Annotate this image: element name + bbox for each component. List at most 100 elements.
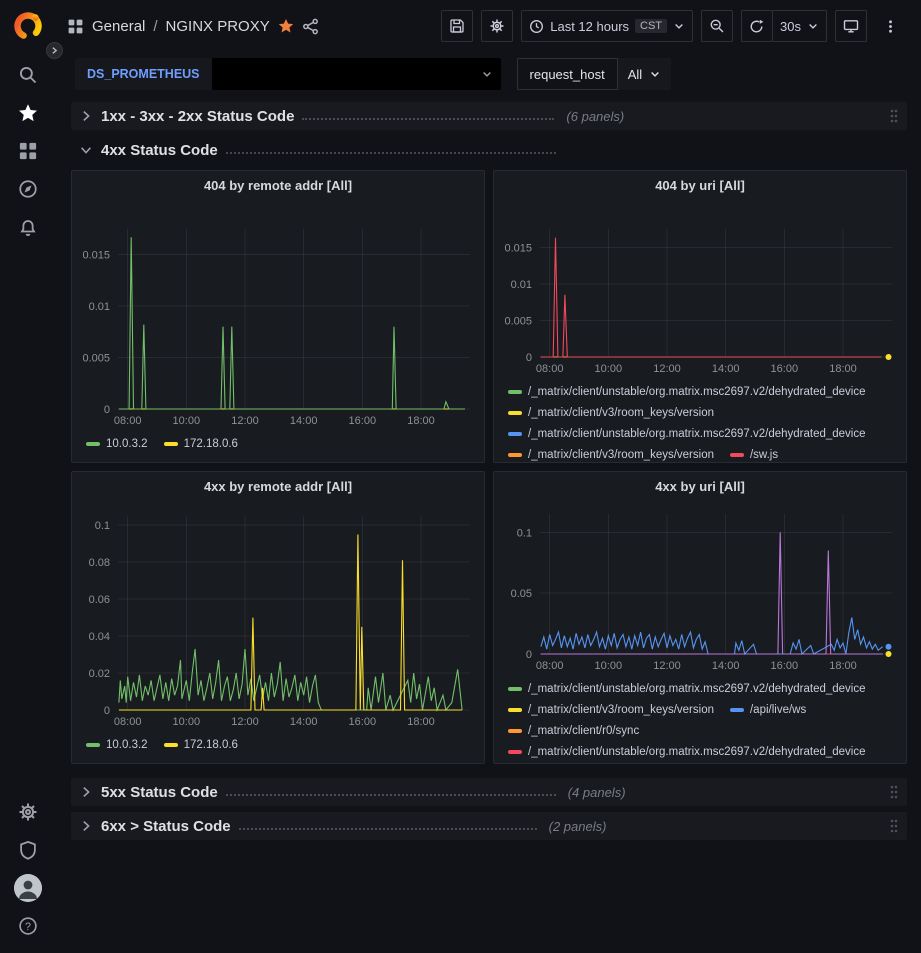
dashboard-settings-button[interactable] xyxy=(481,10,513,42)
sidebar-bottom: ? xyxy=(8,793,48,945)
legend-series-swatch xyxy=(508,729,522,733)
row-title: 6xx > Status Code xyxy=(101,818,231,835)
svg-text:12:00: 12:00 xyxy=(231,716,259,728)
kiosk-mode-button[interactable] xyxy=(835,10,867,42)
dotted-leader xyxy=(226,794,556,796)
legend-item[interactable]: /sw.js xyxy=(730,449,778,461)
legend-row: 10.0.3.2 172.18.0.6 xyxy=(86,433,484,454)
legend-series-label: /_matrix/client/unstable/org.matrix.msc2… xyxy=(528,386,866,398)
svg-text:0.015: 0.015 xyxy=(504,242,532,254)
row-drag-handle[interactable] xyxy=(889,784,899,800)
row-4xx[interactable]: 4xx Status Code xyxy=(71,136,907,164)
row-title: 5xx Status Code xyxy=(101,784,218,801)
chart-legend: /_matrix/client/unstable/org.matrix.msc2… xyxy=(494,676,906,762)
legend-series-swatch xyxy=(508,708,522,712)
sidebar-item-search[interactable] xyxy=(8,56,48,94)
legend-item[interactable]: /_matrix/client/v3/room_keys/version xyxy=(508,407,714,419)
row-drag-handle[interactable] xyxy=(889,108,899,124)
time-series-chart[interactable]: 00.050.108:0010:0012:0014:0016:0018:00 xyxy=(494,500,906,676)
panel-header[interactable]: 4xx by remote addr [All] xyxy=(72,472,484,500)
svg-text:0.005: 0.005 xyxy=(504,315,532,327)
legend-row: /_matrix/client/unstable/org.matrix.msc2… xyxy=(508,381,906,402)
svg-text:0: 0 xyxy=(104,404,110,416)
panel-title: 404 by uri [All] xyxy=(655,178,745,193)
svg-text:14:00: 14:00 xyxy=(712,363,740,375)
gear-icon xyxy=(489,18,505,34)
grafana-logo[interactable] xyxy=(12,10,44,42)
datasource-value-select[interactable] xyxy=(212,58,501,90)
row-1xx-3xx-2xx[interactable]: 1xx - 3xx - 2xx Status Code (6 panels) xyxy=(71,102,907,130)
svg-text:0.01: 0.01 xyxy=(511,279,532,291)
time-series-chart[interactable]: 00.0050.010.01508:0010:0012:0014:0016:00… xyxy=(72,199,484,431)
time-range-picker[interactable]: Last 12 hours CST xyxy=(521,10,693,42)
save-dashboard-button[interactable] xyxy=(441,10,473,42)
panel-header[interactable]: 404 by uri [All] xyxy=(494,171,906,199)
sidebar-item-profile[interactable] xyxy=(8,869,48,907)
sidebar-item-explore[interactable] xyxy=(8,170,48,208)
legend-item[interactable]: 172.18.0.6 xyxy=(164,739,238,751)
sidebar-item-dashboards[interactable] xyxy=(8,132,48,170)
legend-row: /_matrix/client/v3/room_keys/version xyxy=(508,402,906,423)
svg-text:16:00: 16:00 xyxy=(349,716,377,728)
refresh-button-group: 30s xyxy=(741,10,827,42)
dashboard-submenu: DS_PROMETHEUS request_host All xyxy=(55,52,921,96)
sidebar-item-server-admin[interactable] xyxy=(8,831,48,869)
request-host-label[interactable]: request_host xyxy=(517,58,618,90)
legend-row: /_matrix/client/v3/room_keys/version/sw.… xyxy=(508,444,906,463)
top-navbar: General / NGINX PROXY Last 12 hours CST xyxy=(55,0,921,52)
legend-item[interactable]: 10.0.3.2 xyxy=(86,739,148,751)
panel-title: 404 by remote addr [All] xyxy=(204,178,352,193)
chart-legend: 10.0.3.2 172.18.0.6 xyxy=(72,431,484,454)
dotted-leader xyxy=(226,152,556,154)
panel-header[interactable]: 4xx by uri [All] xyxy=(494,472,906,500)
legend-series-label: /sw.js xyxy=(750,449,778,461)
chevron-down-icon xyxy=(807,20,819,32)
legend-item[interactable]: /_matrix/client/unstable/org.matrix.msc2… xyxy=(508,683,866,695)
legend-row: 10.0.3.2 172.18.0.6 xyxy=(86,734,484,755)
datasource-label[interactable]: DS_PROMETHEUS xyxy=(75,58,212,90)
row-6xx[interactable]: 6xx > Status Code (2 panels) xyxy=(71,812,907,840)
legend-item[interactable]: /api/live/ws xyxy=(730,704,806,716)
breadcrumb-dashboard-title[interactable]: NGINX PROXY xyxy=(166,18,270,35)
sidebar-expand-button[interactable] xyxy=(46,42,63,59)
legend-series-swatch xyxy=(86,743,100,747)
request-host-value-select[interactable]: All xyxy=(618,58,671,90)
row-title: 4xx Status Code xyxy=(101,142,218,159)
sidebar-item-starred[interactable] xyxy=(8,94,48,132)
svg-text:10:00: 10:00 xyxy=(595,363,623,375)
svg-text:18:00: 18:00 xyxy=(829,660,857,672)
topbar-actions: Last 12 hours CST 30s xyxy=(441,10,907,42)
chart-svg: 00.050.108:0010:0012:0014:0016:0018:00 xyxy=(494,500,906,676)
kebab-menu-icon xyxy=(883,19,898,34)
monitor-icon xyxy=(843,18,859,34)
refresh-interval-select[interactable]: 30s xyxy=(772,10,827,42)
sidebar-item-alerting[interactable] xyxy=(8,208,48,246)
legend-row: /_matrix/client/unstable/org.matrix.msc2… xyxy=(508,741,906,762)
legend-series-label: /_matrix/client/v3/room_keys/version xyxy=(528,407,714,419)
legend-item[interactable]: 10.0.3.2 xyxy=(86,438,148,450)
legend-item[interactable]: /_matrix/client/v3/room_keys/version xyxy=(508,449,714,461)
more-options-button[interactable] xyxy=(875,10,907,42)
sidebar-item-configuration[interactable] xyxy=(8,793,48,831)
legend-row: /_matrix/client/unstable/org.matrix.msc2… xyxy=(508,678,906,699)
chart-svg: 00.0050.010.01508:0010:0012:0014:0016:00… xyxy=(72,199,484,431)
legend-item[interactable]: /_matrix/client/unstable/org.matrix.msc2… xyxy=(508,386,866,398)
time-series-chart[interactable]: 00.0050.010.01508:0010:0012:0014:0016:00… xyxy=(494,199,906,379)
favorite-star-icon[interactable] xyxy=(278,18,294,34)
zoom-out-time-button[interactable] xyxy=(701,10,733,42)
row-5xx[interactable]: 5xx Status Code (4 panels) xyxy=(71,778,907,806)
legend-item[interactable]: 172.18.0.6 xyxy=(164,438,238,450)
panel-header[interactable]: 404 by remote addr [All] xyxy=(72,171,484,199)
row-drag-handle[interactable] xyxy=(889,818,899,834)
avatar xyxy=(14,874,42,902)
legend-item[interactable]: /_matrix/client/r0/sync xyxy=(508,725,639,737)
sidebar-item-help[interactable]: ? xyxy=(8,907,48,945)
legend-item[interactable]: /_matrix/client/unstable/org.matrix.msc2… xyxy=(508,428,866,440)
legend-item[interactable]: /_matrix/client/v3/room_keys/version xyxy=(508,704,714,716)
refresh-button[interactable] xyxy=(741,10,773,42)
legend-item[interactable]: /_matrix/client/unstable/org.matrix.msc2… xyxy=(508,746,866,758)
breadcrumb-folder[interactable]: General xyxy=(92,18,145,35)
time-series-chart[interactable]: 00.020.040.060.080.108:0010:0012:0014:00… xyxy=(72,500,484,732)
share-icon[interactable] xyxy=(302,18,319,35)
apps-grid-icon[interactable] xyxy=(67,18,84,35)
